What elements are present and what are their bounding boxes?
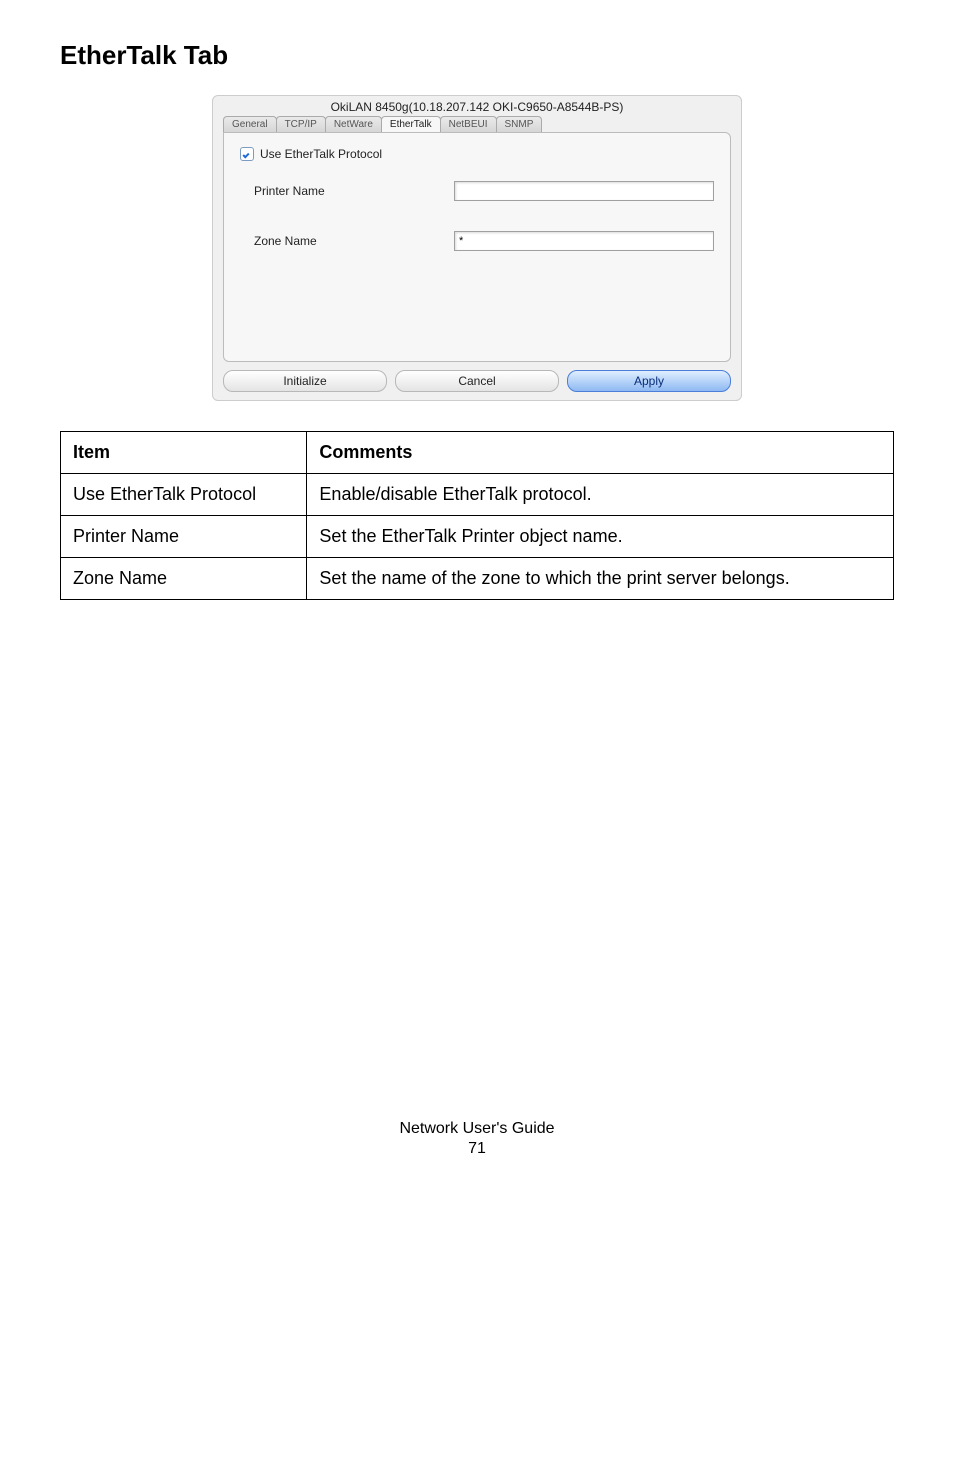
dialog-window: OkiLAN 8450g(10.18.207.142 OKI-C9650-A85…	[212, 95, 742, 401]
dialog-button-row: Initialize Cancel Apply	[213, 362, 741, 392]
cell-comment: Enable/disable EtherTalk protocol.	[307, 474, 894, 516]
cell-item: Zone Name	[61, 558, 307, 600]
tab-ethertalk[interactable]: EtherTalk	[381, 116, 441, 132]
table-header-row: Item Comments	[61, 432, 894, 474]
header-comments: Comments	[307, 432, 894, 474]
comments-table: Item Comments Use EtherTalk Protocol Ena…	[60, 431, 894, 600]
zone-name-row: Zone Name *	[254, 231, 714, 251]
header-item: Item	[61, 432, 307, 474]
printer-name-label: Printer Name	[254, 184, 454, 198]
tab-netbeui[interactable]: NetBEUI	[440, 116, 497, 132]
cancel-button[interactable]: Cancel	[395, 370, 559, 392]
footer-page-number: 71	[60, 1140, 894, 1158]
cell-item: Use EtherTalk Protocol	[61, 474, 307, 516]
cell-comment: Set the EtherTalk Printer object name.	[307, 516, 894, 558]
printer-name-input[interactable]	[454, 181, 714, 201]
zone-name-input[interactable]: *	[454, 231, 714, 251]
table-row: Use EtherTalk Protocol Enable/disable Et…	[61, 474, 894, 516]
printer-name-row: Printer Name	[254, 181, 714, 201]
use-ethertalk-label: Use EtherTalk Protocol	[260, 147, 382, 161]
use-ethertalk-row: Use EtherTalk Protocol	[240, 147, 714, 161]
initialize-button[interactable]: Initialize	[223, 370, 387, 392]
page-footer: Network User's Guide 71	[60, 1120, 894, 1158]
page-title: EtherTalk Tab	[60, 40, 894, 71]
apply-button[interactable]: Apply	[567, 370, 731, 392]
ethertalk-panel: Use EtherTalk Protocol Printer Name Zone…	[223, 132, 731, 362]
tab-general[interactable]: General	[223, 116, 277, 132]
use-ethertalk-checkbox[interactable]	[240, 147, 254, 161]
tab-bar: General TCP/IP NetWare EtherTalk NetBEUI…	[213, 116, 741, 132]
cell-comment: Set the name of the zone to which the pr…	[307, 558, 894, 600]
zone-name-label: Zone Name	[254, 234, 454, 248]
table-row: Zone Name Set the name of the zone to wh…	[61, 558, 894, 600]
tab-netware[interactable]: NetWare	[325, 116, 382, 132]
tab-snmp[interactable]: SNMP	[496, 116, 543, 132]
cell-item: Printer Name	[61, 516, 307, 558]
dialog-title: OkiLAN 8450g(10.18.207.142 OKI-C9650-A85…	[213, 96, 741, 116]
tab-tcpip[interactable]: TCP/IP	[276, 116, 326, 132]
footer-title: Network User's Guide	[60, 1120, 894, 1138]
table-row: Printer Name Set the EtherTalk Printer o…	[61, 516, 894, 558]
